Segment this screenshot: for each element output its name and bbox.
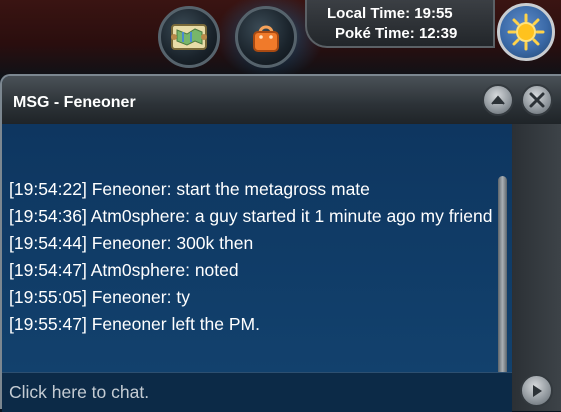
poke-time-value: 12:39: [418, 25, 458, 42]
chat-message: [19:55:05] Feneoner: ty: [9, 287, 190, 307]
chat-title: MSG - Feneoner: [13, 94, 136, 111]
local-time-row: Local Time: 19:55: [327, 4, 493, 24]
bag-button[interactable]: [235, 6, 297, 68]
message-list: [19:54:22] Feneoner: start the metagross…: [9, 176, 499, 338]
close-icon: [529, 92, 545, 108]
chat-message: [19:54:22] Feneoner: start the metagross…: [9, 179, 370, 199]
chat-input-placeholder: Click here to chat.: [9, 382, 150, 402]
bag-icon: [253, 25, 279, 52]
chat-message: [19:54:36] Atm0sphere: a guy started it …: [9, 206, 493, 226]
poke-time-label: Poké Time:: [335, 25, 415, 42]
poke-time-row: Poké Time: 12:39: [327, 24, 493, 44]
chat-input[interactable]: Click here to chat.: [2, 372, 512, 412]
play-icon: [532, 384, 542, 397]
minimize-button[interactable]: [482, 84, 514, 116]
weather-button[interactable]: [497, 3, 555, 61]
map-icon: [171, 24, 207, 50]
chevron-up-icon: [491, 95, 505, 105]
chat-message: [19:55:47] Feneoner left the PM.: [9, 314, 260, 334]
chat-window: MSG - Feneoner [19:54:22] Feneoner: star…: [0, 74, 561, 412]
chat-message: [19:54:47] Atm0sphere: noted: [9, 260, 239, 280]
local-time-label: Local Time:: [327, 5, 411, 22]
chat-header[interactable]: MSG - Feneoner: [2, 76, 561, 124]
send-button[interactable]: [520, 374, 553, 407]
chat-log: [19:54:22] Feneoner: start the metagross…: [2, 124, 512, 412]
map-button[interactable]: [158, 6, 220, 68]
chat-message: [19:54:44] Feneoner: 300k then: [9, 233, 254, 253]
chat-right-rail: [512, 124, 561, 411]
close-button[interactable]: [521, 84, 553, 116]
sun-icon: [507, 13, 545, 51]
local-time-value: 19:55: [414, 5, 453, 22]
time-panel: Local Time: 19:55 Poké Time: 12:39: [305, 0, 495, 48]
